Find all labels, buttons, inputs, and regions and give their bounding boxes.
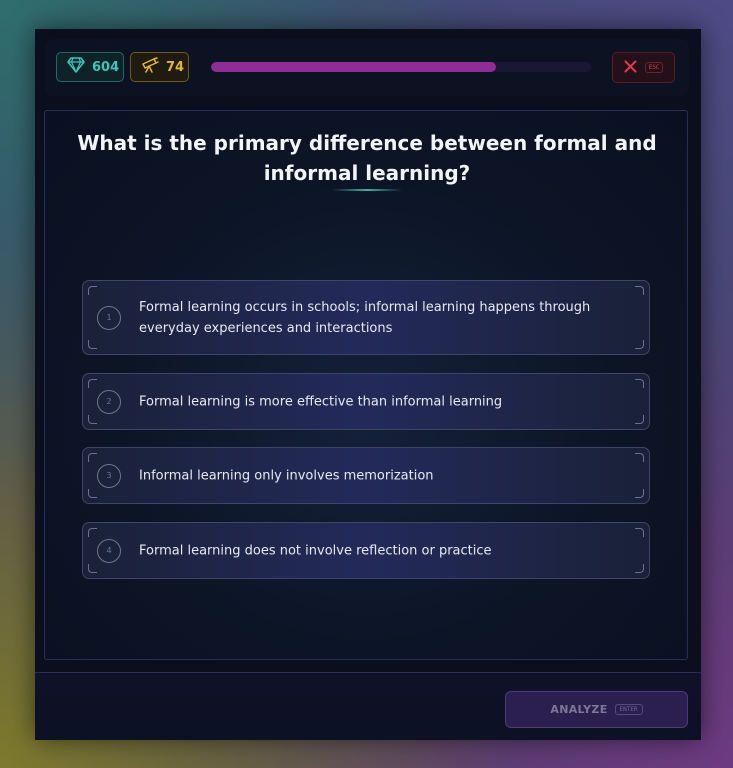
option-text: Informal learning only involves memoriza… xyxy=(139,468,434,483)
answer-option-1[interactable]: 1 Formal learning occurs in schools; inf… xyxy=(82,280,650,355)
footer-bar: ANALYZE ENTER xyxy=(35,672,701,740)
esc-key-hint: ESC xyxy=(644,62,664,73)
question-panel: What is the primary difference between f… xyxy=(44,110,688,660)
enter-key-hint: ENTER xyxy=(614,704,643,715)
telescope-icon xyxy=(141,57,159,77)
gems-counter: 604 xyxy=(56,52,124,82)
answer-option-2[interactable]: 2 Formal learning is more effective than… xyxy=(82,373,650,430)
analyze-label: ANALYZE xyxy=(550,703,608,716)
close-icon xyxy=(624,58,637,77)
diamond-icon xyxy=(67,57,85,77)
option-number-badge: 1 xyxy=(97,305,121,330)
option-number-badge: 2 xyxy=(97,389,121,414)
option-number-badge: 3 xyxy=(97,463,121,488)
close-button[interactable]: ESC xyxy=(612,52,675,83)
option-text: Formal learning does not involve reflect… xyxy=(139,543,492,558)
telescope-counter: 74 xyxy=(130,52,189,82)
top-bar: 604 74 ESC xyxy=(45,39,689,96)
title-underline xyxy=(332,189,402,191)
gems-value: 604 xyxy=(92,59,120,75)
option-text: Formal learning occurs in schools; infor… xyxy=(139,299,591,336)
progress-fill xyxy=(211,62,496,72)
analyze-button[interactable]: ANALYZE ENTER xyxy=(505,691,688,728)
answer-option-4[interactable]: 4 Formal learning does not involve refle… xyxy=(82,522,650,579)
question-text: What is the primary difference between f… xyxy=(77,131,657,185)
option-number-badge: 4 xyxy=(97,538,121,563)
answer-option-3[interactable]: 3 Informal learning only involves memori… xyxy=(82,447,650,504)
progress-bar xyxy=(211,62,591,72)
quiz-window: 604 74 ESC What is the primary differenc… xyxy=(35,29,701,740)
option-text: Formal learning is more effective than i… xyxy=(139,394,503,409)
telescope-value: 74 xyxy=(166,59,185,75)
